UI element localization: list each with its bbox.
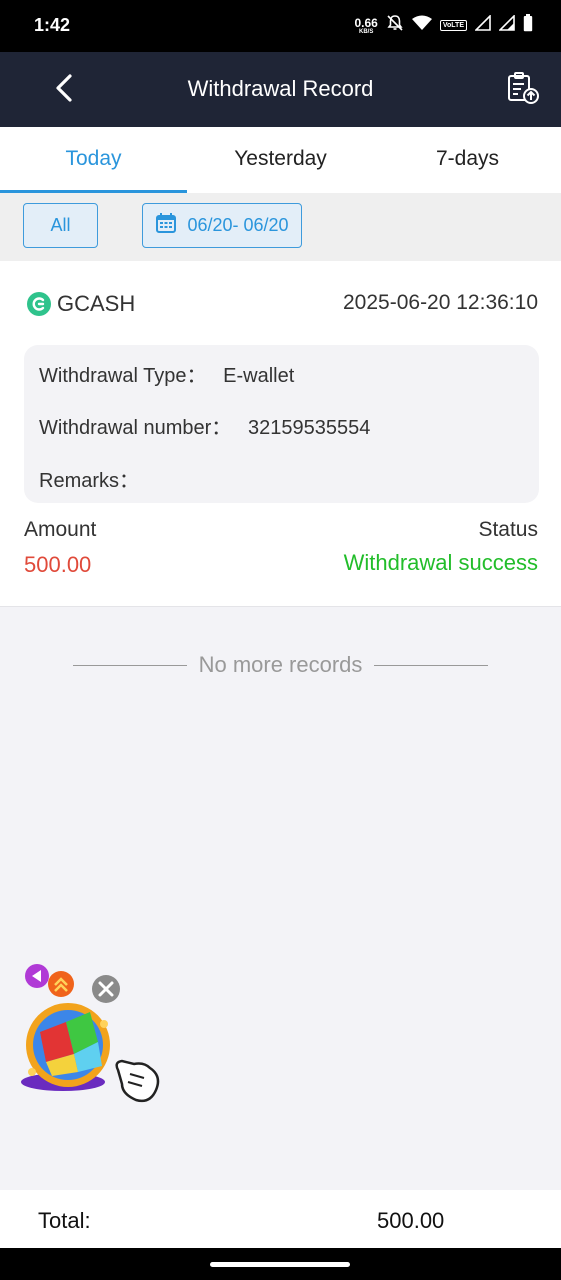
collapse-arrow-icon[interactable]: [25, 964, 49, 988]
total-footer: Total: 500.00: [0, 1190, 561, 1248]
status-value: Withdrawal success: [343, 550, 538, 575]
total-value: 500.00: [377, 1208, 445, 1233]
detail-value: 32159535554: [247, 417, 371, 439]
tab-today[interactable]: Today: [0, 127, 187, 193]
payment-method: GCASH: [27, 291, 135, 317]
amount-label: Amount: [24, 518, 97, 541]
export-record-button[interactable]: [503, 70, 543, 110]
detail-label: Withdrawal number：: [39, 417, 232, 439]
page-title: Withdrawal Record: [187, 76, 374, 101]
tab-yesterday[interactable]: Yesterday: [187, 127, 374, 193]
close-icon[interactable]: [92, 975, 120, 1003]
status-icons: 0.66 KB/S VoLTE: [355, 14, 534, 37]
date-range-button[interactable]: 06/20- 06/20: [142, 203, 302, 248]
home-indicator[interactable]: [210, 1262, 350, 1267]
signal-icon: [474, 14, 491, 36]
withdrawal-record-card[interactable]: GCASH 2025-06-20 12:36:10 Withdrawal Typ…: [0, 261, 561, 607]
payment-method-name: GCASH: [57, 291, 136, 316]
type-filter-label: All: [50, 215, 71, 235]
detail-withdrawal-number: Withdrawal number： 32159535554: [39, 411, 370, 440]
tab-7-days[interactable]: 7-days: [374, 127, 561, 193]
amount-value: 500.00: [24, 552, 92, 577]
detail-value: E-wallet: [223, 365, 295, 387]
date-tabs: Today Yesterday 7-days: [0, 127, 561, 193]
app-header: Withdrawal Record: [0, 52, 561, 127]
network-speed-value: 0.66: [354, 15, 378, 30]
status-label: Status: [478, 518, 538, 541]
bell-off-icon: [386, 14, 404, 37]
signal-icon-2: [498, 14, 515, 36]
volte-badge: VoLTE: [439, 20, 467, 31]
status-time: 1:42: [34, 15, 71, 35]
network-speed: 0.66 KB/S: [355, 17, 378, 35]
gcash-logo-icon: [27, 292, 51, 316]
no-more-records: No more records: [0, 650, 561, 680]
floating-promo-widget[interactable]: [18, 962, 166, 1112]
date-range-label: 06/20- 06/20: [187, 215, 289, 235]
pointing-hand-icon: [115, 1059, 160, 1103]
record-datetime: 2025-06-20 12:36:10: [343, 291, 538, 314]
clipboard-upload-icon: [505, 70, 541, 111]
record-details: Withdrawal Type： E-wallet Withdrawal num…: [24, 345, 539, 503]
battery-icon: [523, 14, 533, 37]
no-more-records-text: No more records: [198, 652, 363, 677]
wifi-icon: [411, 15, 432, 36]
type-filter-button[interactable]: All: [23, 203, 98, 248]
detail-remarks: Remarks：: [39, 464, 139, 493]
detail-withdrawal-type: Withdrawal Type： E-wallet: [39, 359, 294, 388]
calendar-icon: [155, 212, 177, 239]
filter-bar: All 06/20- 06/20: [0, 193, 561, 261]
detail-label: Remarks：: [39, 470, 140, 492]
detail-label: Withdrawal Type：: [39, 365, 207, 387]
divider: [374, 664, 489, 666]
divider: [72, 664, 187, 666]
system-navigation-bar: [0, 1248, 561, 1280]
network-speed-unit: KB/S: [359, 28, 374, 35]
game-cube-icon: [21, 1003, 110, 1091]
double-chevron-up-icon[interactable]: [48, 971, 74, 997]
total-label: Total:: [38, 1208, 91, 1233]
status-bar: 1:42 0.66 KB/S VoLTE: [0, 0, 561, 52]
